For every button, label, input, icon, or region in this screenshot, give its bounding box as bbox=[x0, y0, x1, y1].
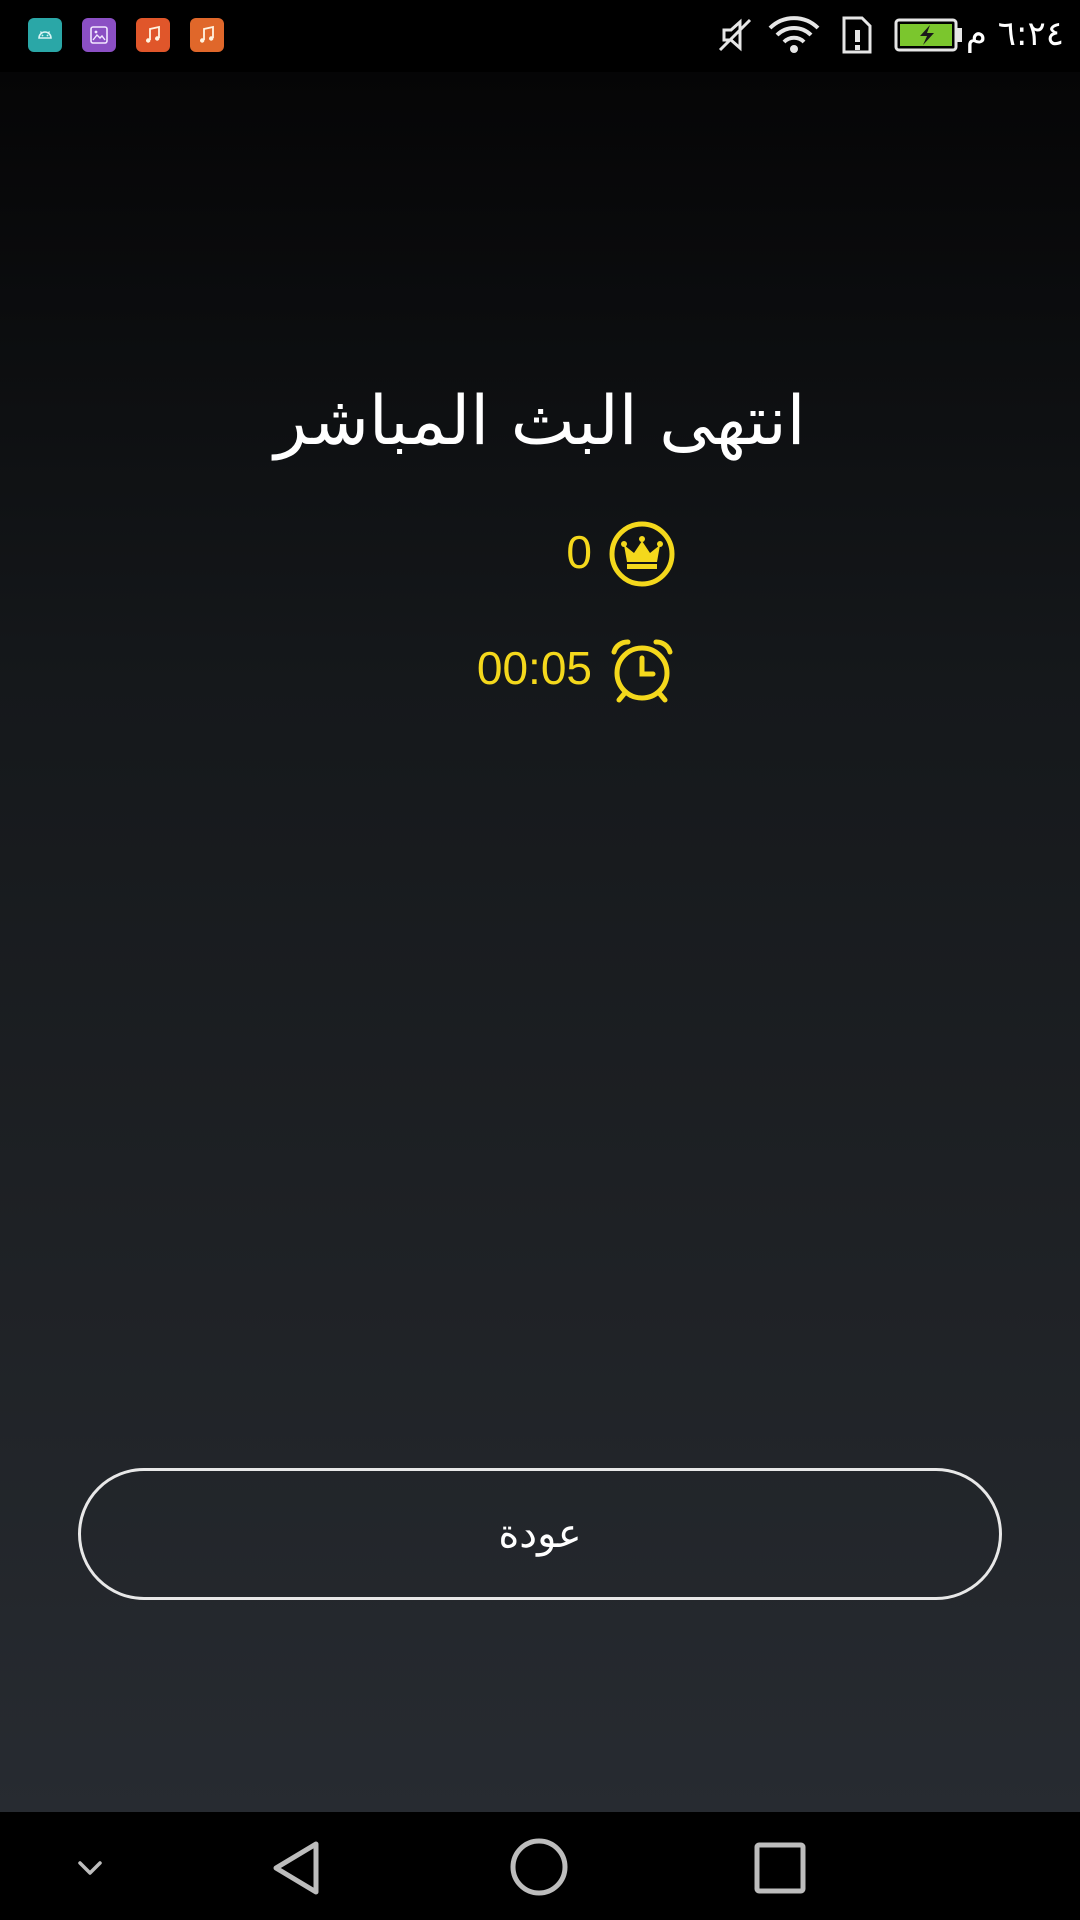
page-title: انتهى البث المباشر bbox=[274, 382, 806, 461]
android-icon bbox=[28, 18, 62, 52]
crown-icon bbox=[609, 521, 675, 587]
music-note-icon bbox=[136, 18, 170, 52]
duration-row: 00:05 bbox=[0, 632, 1080, 704]
navigation-bar bbox=[0, 1812, 1080, 1920]
recents-square-icon[interactable] bbox=[752, 1840, 808, 1896]
chevron-down-icon[interactable] bbox=[70, 1848, 110, 1888]
alarm-clock-icon bbox=[611, 639, 673, 703]
mute-icon bbox=[718, 18, 752, 52]
wifi-icon bbox=[768, 16, 820, 53]
sim-alert-icon bbox=[842, 16, 872, 54]
screen: ٦:٢٤ م انتهى البث المباشر 0 00:05 عودة bbox=[0, 0, 1080, 1920]
viewers-row: 0 bbox=[0, 516, 1080, 588]
status-bar: ٦:٢٤ م bbox=[0, 0, 1080, 72]
back-button[interactable]: عودة bbox=[78, 1468, 1002, 1600]
live-ended-screen: انتهى البث المباشر 0 00:05 عودة bbox=[0, 72, 1080, 1812]
gallery-icon bbox=[82, 18, 116, 52]
music-note-icon bbox=[190, 18, 224, 52]
duration-value: 00:05 bbox=[476, 642, 592, 694]
battery-charging-icon bbox=[894, 18, 962, 52]
viewers-count: 0 bbox=[566, 526, 592, 578]
home-circle-icon[interactable] bbox=[508, 1836, 570, 1898]
back-triangle-icon[interactable] bbox=[268, 1838, 328, 1898]
clock: ٦:٢٤ م bbox=[965, 14, 1064, 54]
